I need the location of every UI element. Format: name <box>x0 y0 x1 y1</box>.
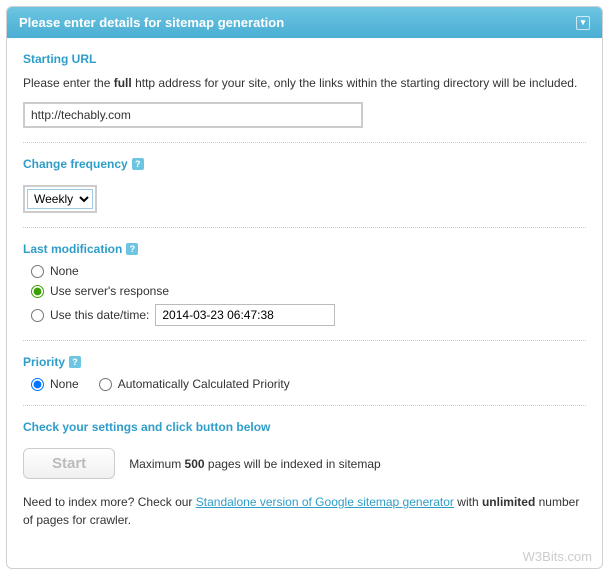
divider <box>23 340 586 341</box>
starting-url-input[interactable] <box>23 102 363 128</box>
divider <box>23 142 586 143</box>
priority-auto-label: Automatically Calculated Priority <box>118 377 290 391</box>
last-modification-group: None Use server's response Use this date… <box>31 264 586 326</box>
lastmod-server-radio[interactable] <box>31 285 44 298</box>
max-pages-text: Maximum 500 pages will be indexed in sit… <box>129 457 380 471</box>
lastmod-server-option[interactable]: Use server's response <box>31 284 586 298</box>
help-icon[interactable]: ? <box>126 243 138 255</box>
start-button[interactable]: Start <box>23 448 115 479</box>
check-settings-label: Check your settings and click button bel… <box>23 420 586 434</box>
help-icon[interactable]: ? <box>69 356 81 368</box>
priority-group: None Automatically Calculated Priority <box>31 377 586 391</box>
change-frequency-select[interactable]: Weekly <box>27 189 93 209</box>
standalone-link[interactable]: Standalone version of Google sitemap gen… <box>196 495 454 509</box>
lastmod-date-radio[interactable] <box>31 309 44 322</box>
change-frequency-select-wrap: Weekly <box>23 185 97 213</box>
lastmod-date-label: Use this date/time: <box>50 308 149 322</box>
collapse-icon[interactable]: ▾ <box>576 16 590 30</box>
lastmod-server-label: Use server's response <box>50 284 169 298</box>
priority-none-option[interactable]: None <box>31 377 79 391</box>
priority-none-radio[interactable] <box>31 378 44 391</box>
lastmod-date-input[interactable] <box>155 304 335 326</box>
starting-url-desc: Please enter the full http address for y… <box>23 74 586 92</box>
lastmod-date-option[interactable]: Use this date/time: <box>31 304 586 326</box>
lastmod-none-radio[interactable] <box>31 265 44 278</box>
help-icon[interactable]: ? <box>132 158 144 170</box>
priority-none-label: None <box>50 377 79 391</box>
change-frequency-label: Change frequency ? <box>23 157 586 171</box>
panel-header: Please enter details for sitemap generat… <box>7 7 602 38</box>
need-more-text: Need to index more? Check our Standalone… <box>23 493 586 529</box>
lastmod-none-label: None <box>50 264 79 278</box>
priority-auto-option[interactable]: Automatically Calculated Priority <box>99 377 290 391</box>
watermark: W3Bits.com <box>7 547 602 568</box>
priority-label: Priority ? <box>23 355 586 369</box>
panel-title: Please enter details for sitemap generat… <box>19 15 284 30</box>
sitemap-form-panel: Please enter details for sitemap generat… <box>6 6 603 569</box>
start-row: Start Maximum 500 pages will be indexed … <box>23 448 586 479</box>
lastmod-none-option[interactable]: None <box>31 264 586 278</box>
divider <box>23 405 586 406</box>
divider <box>23 227 586 228</box>
starting-url-label: Starting URL <box>23 52 586 66</box>
priority-auto-radio[interactable] <box>99 378 112 391</box>
last-modification-label: Last modification ? <box>23 242 586 256</box>
panel-body: Starting URL Please enter the full http … <box>7 38 602 547</box>
